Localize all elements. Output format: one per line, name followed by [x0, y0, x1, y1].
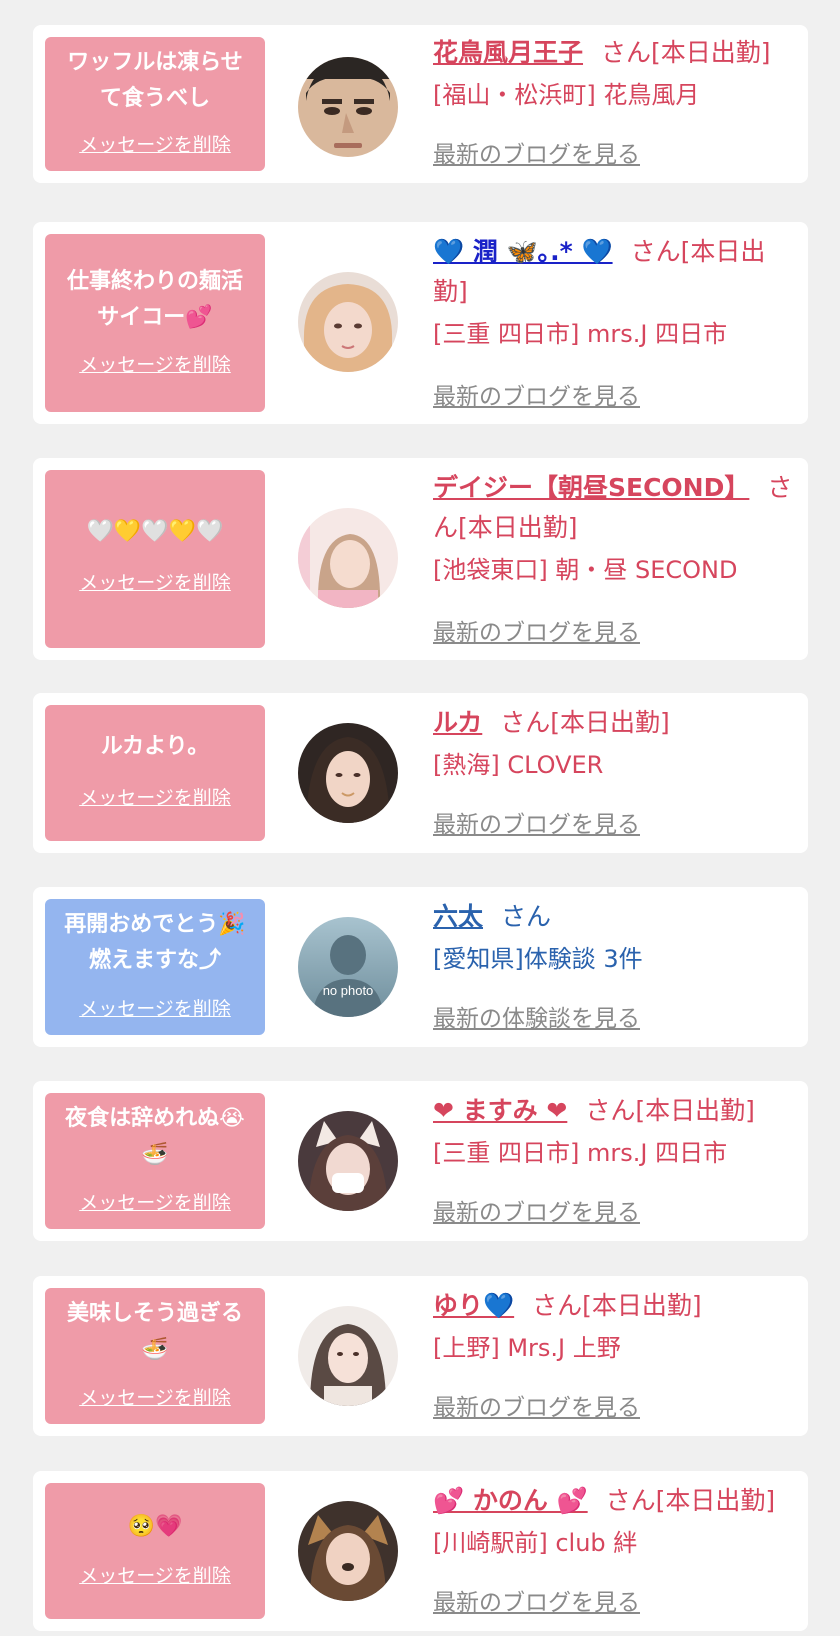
- latest-blog-link[interactable]: 最新のブログを見る: [433, 1388, 640, 1422]
- list-item: 🥺💗 メッセージを削除 💕 かのん 💕 さん[本日出勤] [川崎駅前] club …: [33, 1471, 808, 1631]
- message-text: 再開おめでとう🎉 燃えますな⤴: [64, 912, 246, 973]
- avatar-text: no photo: [323, 983, 374, 998]
- name-line: 六太 さん: [433, 897, 796, 937]
- status-text: さん[本日出勤]: [605, 1486, 776, 1515]
- shop-name: [上野] Mrs.J 上野: [433, 1334, 621, 1362]
- avatar[interactable]: [298, 1501, 398, 1601]
- message-bubble: 🤍💛🤍💛🤍 メッセージを削除: [45, 470, 265, 648]
- shop-name: [三重 四日市] mrs.J 四日市: [433, 320, 728, 348]
- delete-message-link[interactable]: メッセージを削除: [45, 132, 265, 158]
- status-text: さん[本日出勤]: [500, 708, 670, 737]
- name-line: 💕 かのん 💕 さん[本日出勤]: [433, 1481, 796, 1521]
- profile-info: デイジー【朝昼SECOND】 さん[本日出勤] [池袋東口] 朝・昼 SECOND…: [433, 468, 796, 646]
- profile-name-link[interactable]: ゆり💙: [433, 1291, 514, 1320]
- profile-name-link[interactable]: 花鳥風月王子: [433, 38, 583, 67]
- name-line: ゆり💙 さん[本日出勤]: [433, 1286, 796, 1326]
- delete-message-link[interactable]: メッセージを削除: [45, 570, 265, 596]
- latest-review-link[interactable]: 最新の体験談を見る: [433, 999, 640, 1033]
- message-bubble: 🥺💗 メッセージを削除: [45, 1483, 265, 1619]
- woman-photo-avatar-icon: [298, 1111, 398, 1211]
- message-bubble: ワッフルは凍らせ て食うべし メッセージを削除: [45, 37, 265, 171]
- profile-info: 六太 さん [愛知県]体験談 3件 最新の体験談を見る: [433, 897, 796, 1032]
- list-item: 再開おめでとう🎉 燃えますな⤴ メッセージを削除 no photo 六太さん: [33, 887, 808, 1047]
- avatar[interactable]: [298, 1111, 398, 1211]
- delete-message-link[interactable]: メッセージを削除: [45, 785, 265, 811]
- status-text: さん[本日出勤]: [601, 38, 771, 67]
- avatar[interactable]: [298, 723, 398, 823]
- message-text: 夜食は辞めれぬ😭 🍜: [65, 1106, 245, 1167]
- message-bubble: 再開おめでとう🎉 燃えますな⤴ メッセージを削除: [45, 899, 265, 1035]
- profile-info: ❤ ますみ ❤ さん[本日出勤] [三重 四日市] mrs.J 四日市 最新のブロ…: [433, 1091, 796, 1226]
- delete-message-link[interactable]: メッセージを削除: [45, 352, 265, 378]
- no-photo-avatar-icon: no photo: [298, 917, 398, 1017]
- avatar[interactable]: [298, 57, 398, 157]
- message-bubble: 夜食は辞めれぬ😭 🍜 メッセージを削除: [45, 1093, 265, 1229]
- profile-info: ルカ さん[本日出勤] [熱海] CLOVER 最新のブログを見る: [433, 703, 796, 838]
- shop-name: [福山・松浜町] 花鳥風月: [433, 81, 700, 109]
- woman-photo-avatar-icon: [298, 508, 398, 608]
- shop-name: [三重 四日市] mrs.J 四日市: [433, 1139, 728, 1167]
- delete-message-link[interactable]: メッセージを削除: [45, 1190, 265, 1216]
- list-item: 美味しそう過ぎる 🍜 メッセージを削除 ゆり💙 さん[本日出勤] [上野] Mrs…: [33, 1276, 808, 1436]
- list-item: 🤍💛🤍💛🤍 メッセージを削除 デイジー【朝昼SECOND】 さん[本日出勤] [池…: [33, 458, 808, 660]
- latest-blog-link[interactable]: 最新のブログを見る: [433, 1193, 640, 1227]
- avatar[interactable]: [298, 1306, 398, 1406]
- list-item: 仕事終わりの麺活 サイコー💕 メッセージを削除 💙 潤 🦋｡.* 💙 さん[本日出…: [33, 222, 808, 424]
- list-item: ルカより。 メッセージを削除 ルカ さん[本日出勤] [熱海] CLOVER 最新…: [33, 693, 808, 853]
- latest-blog-link[interactable]: 最新のブログを見る: [433, 613, 640, 647]
- profile-name-link[interactable]: 💕 かのん 💕: [433, 1486, 588, 1515]
- profile-info: ゆり💙 さん[本日出勤] [上野] Mrs.J 上野 最新のブログを見る: [433, 1286, 796, 1421]
- profile-name-link[interactable]: 六太: [433, 902, 483, 931]
- woman-photo-avatar-icon: [298, 272, 398, 372]
- message-text: ルカより。: [100, 734, 210, 759]
- list-item: 夜食は辞めれぬ😭 🍜 メッセージを削除 ❤ ますみ ❤ さん[本日出勤] [三重 …: [33, 1081, 808, 1241]
- message-bubble: ルカより。 メッセージを削除: [45, 705, 265, 841]
- message-text: 🤍💛🤍💛🤍: [86, 519, 224, 544]
- list-item: ワッフルは凍らせ て食うべし メッセージを削除 花鳥風月王子 さん[本日出勤] […: [33, 25, 808, 183]
- shop-name: [池袋東口] 朝・昼 SECOND: [433, 556, 738, 584]
- profile-name-link[interactable]: ルカ: [433, 708, 482, 737]
- latest-blog-link[interactable]: 最新のブログを見る: [433, 377, 640, 411]
- profile-name-link[interactable]: デイジー【朝昼SECOND】: [433, 473, 749, 502]
- profile-info: 💕 かのん 💕 さん[本日出勤] [川崎駅前] club 絆 最新のブログを見る: [433, 1481, 796, 1616]
- shop-name: [熱海] CLOVER: [433, 751, 604, 779]
- status-text: さん[本日出勤]: [585, 1096, 755, 1125]
- woman-photo-avatar-icon: [298, 1501, 398, 1601]
- avatar[interactable]: [298, 508, 398, 608]
- name-line: ルカ さん[本日出勤]: [433, 703, 796, 743]
- name-line: デイジー【朝昼SECOND】 さん[本日出勤]: [433, 468, 796, 548]
- message-bubble: 仕事終わりの麺活 サイコー💕 メッセージを削除: [45, 234, 265, 412]
- status-text: さん[本日出勤]: [532, 1291, 702, 1320]
- review-count: [愛知県]体験談 3件: [433, 945, 643, 973]
- delete-message-link[interactable]: メッセージを削除: [45, 1385, 265, 1411]
- latest-blog-link[interactable]: 最新のブログを見る: [433, 135, 640, 169]
- shop-name: [川崎駅前] club 絆: [433, 1529, 638, 1557]
- name-line: 💙 潤 🦋｡.* 💙 さん[本日出勤]: [433, 232, 796, 312]
- delete-message-link[interactable]: メッセージを削除: [45, 1563, 265, 1589]
- profile-name-link[interactable]: ❤ ますみ ❤: [433, 1096, 567, 1125]
- avatar[interactable]: no photo: [298, 917, 398, 1017]
- name-line: 花鳥風月王子 さん[本日出勤]: [433, 33, 796, 73]
- delete-message-link[interactable]: メッセージを削除: [45, 996, 265, 1022]
- profile-name-link[interactable]: 💙 潤 🦋｡.* 💙: [433, 237, 613, 266]
- woman-photo-avatar-icon: [298, 723, 398, 823]
- message-text: ワッフルは凍らせ て食うべし: [67, 50, 243, 111]
- message-text: 美味しそう過ぎる 🍜: [66, 1301, 243, 1362]
- status-text: さん: [501, 902, 552, 931]
- latest-blog-link[interactable]: 最新のブログを見る: [433, 805, 640, 839]
- message-text: 仕事終わりの麺活 サイコー💕: [66, 269, 243, 330]
- message-text: 🥺💗: [127, 1514, 183, 1539]
- profile-info: 💙 潤 🦋｡.* 💙 さん[本日出勤] [三重 四日市] mrs.J 四日市 最新…: [433, 232, 796, 410]
- man-photo-avatar-icon: [298, 57, 398, 157]
- message-bubble: 美味しそう過ぎる 🍜 メッセージを削除: [45, 1288, 265, 1424]
- woman-photo-avatar-icon: [298, 1306, 398, 1406]
- avatar[interactable]: [298, 272, 398, 372]
- message-list: ワッフルは凍らせ て食うべし メッセージを削除 花鳥風月王子 さん[本日出勤] […: [0, 0, 840, 1636]
- latest-blog-link[interactable]: 最新のブログを見る: [433, 1583, 640, 1617]
- profile-info: 花鳥風月王子 さん[本日出勤] [福山・松浜町] 花鳥風月 最新のブログを見る: [433, 33, 796, 168]
- name-line: ❤ ますみ ❤ さん[本日出勤]: [433, 1091, 796, 1131]
